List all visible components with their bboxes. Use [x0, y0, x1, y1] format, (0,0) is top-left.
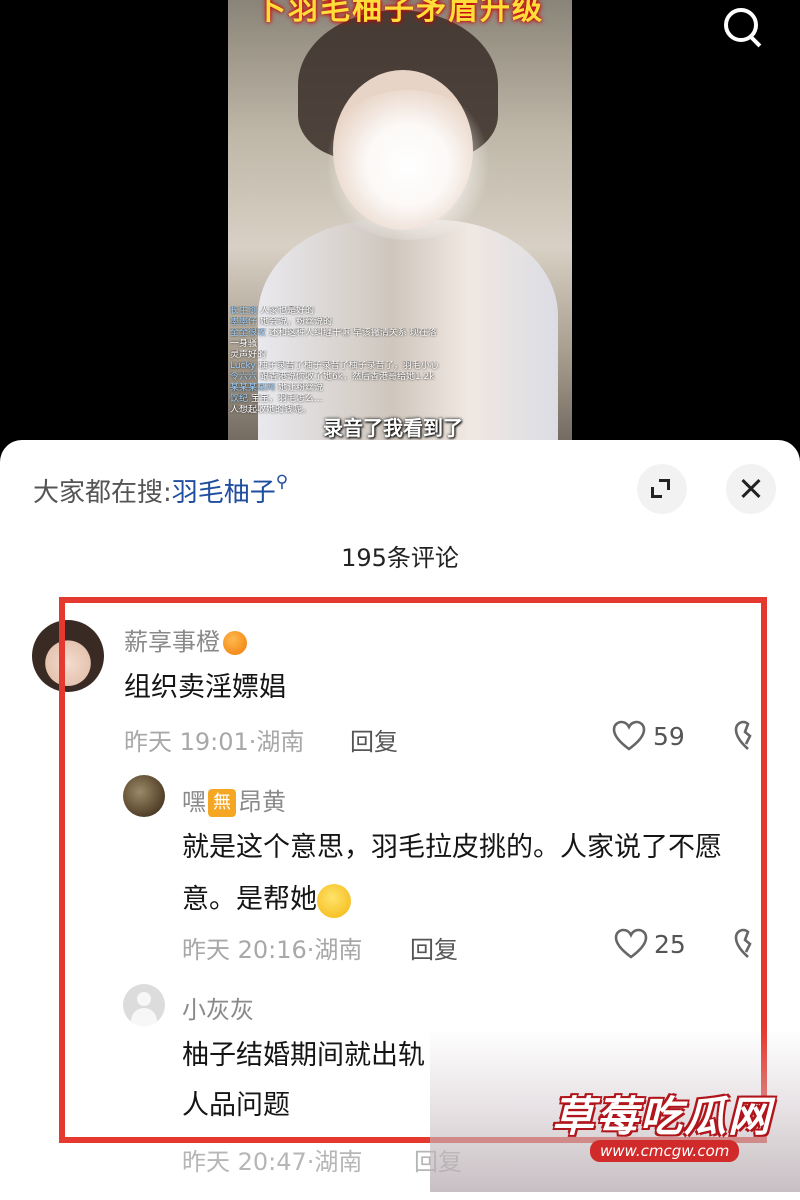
chat-user: 墨墨仔: [230, 317, 258, 327]
trending-search[interactable]: 大家都在搜:羽毛柚子⚲: [33, 472, 288, 509]
chat-user: 令六六: [230, 372, 258, 382]
close-button[interactable]: [726, 464, 776, 514]
chat-text: 她让粉丝说: [278, 383, 324, 393]
search-small-icon: ⚲: [275, 472, 289, 492]
chat-user: 长生剑: [230, 306, 258, 316]
comment-time-location: 昨天 20:47·湖南: [182, 1148, 363, 1176]
chat-text: 人家也是好的: [260, 306, 315, 316]
chat-text: 她会说，粉丝说的: [260, 317, 333, 327]
watermark-logo: 草莓吃瓜网: [552, 1092, 773, 1141]
comment-count: 195条评论: [341, 544, 459, 572]
chat-user: 全全很攻: [230, 328, 267, 338]
chat-text: 柚子录音了柚子录音了柚子录音了，羽毛小心: [258, 361, 439, 371]
video-title-overlay: 卜羽毛柚子矛盾升级: [256, 0, 544, 27]
chat-line: 墨墨仔 她会说，粉丝说的: [230, 317, 440, 328]
chat-text: 人想起收她的钱呢。: [230, 405, 312, 415]
search-icon-handle: [748, 34, 762, 48]
video-player[interactable]: 卜羽毛柚子矛盾升级 长生剑 人家也是好的 墨墨仔 她会说，粉丝说的 全全很攻 还和这种人纠…: [0, 0, 800, 450]
watermark-url: www.cmcgw.com: [590, 1140, 740, 1162]
chat-line: 令六六 跟香港说你收了她6k，然后香港哥给她1.2k: [230, 372, 440, 383]
search-button[interactable]: [716, 2, 766, 48]
chat-text: 灵声好的: [230, 350, 267, 360]
chat-line: 一身骚: [230, 339, 440, 350]
expand-button[interactable]: [637, 464, 687, 514]
chat-text: 还和这种人纠缠干嘛 早该撇清关系 现在落: [269, 328, 437, 338]
chat-user: 饮纪: [230, 394, 249, 404]
video-frame: 卜羽毛柚子矛盾升级 长生剑 人家也是好的 墨墨仔 她会说，粉丝说的 全全很攻 还和这种人纠…: [228, 0, 572, 450]
chat-text: 一身骚: [230, 339, 258, 349]
chat-line: 饮纪 宝宝，羽毛怎么...: [230, 394, 440, 405]
chat-text: 宝宝，羽毛怎么...: [251, 394, 323, 404]
expand-icon-part: [651, 487, 662, 498]
chat-line: 某某某某网 她让粉丝说: [230, 383, 440, 394]
trending-prefix: 大家都在搜:: [33, 478, 172, 508]
chat-line: 长生剑 人家也是好的: [230, 306, 440, 317]
trending-keyword[interactable]: 羽毛柚子: [172, 478, 276, 508]
chat-text: 跟香港说你收了她6k，然后香港哥给她1.2k: [260, 372, 435, 382]
chat-user: 某某某某网: [230, 383, 276, 393]
video-glare: [318, 90, 498, 240]
chat-line: Lucky 柚子录音了柚子录音了柚子录音了，羽毛小心: [230, 361, 440, 372]
chat-line: 全全很攻 还和这种人纠缠干嘛 早该撇清关系 现在落: [230, 328, 440, 339]
chat-user: Lucky: [230, 361, 256, 371]
video-subtitle: 录音了我看到了: [323, 416, 463, 440]
chat-line: 灵声好的: [230, 350, 440, 361]
live-chat: 长生剑 人家也是好的 墨墨仔 她会说，粉丝说的 全全很攻 还和这种人纠缠干嘛 早该撇清关系…: [230, 306, 440, 416]
